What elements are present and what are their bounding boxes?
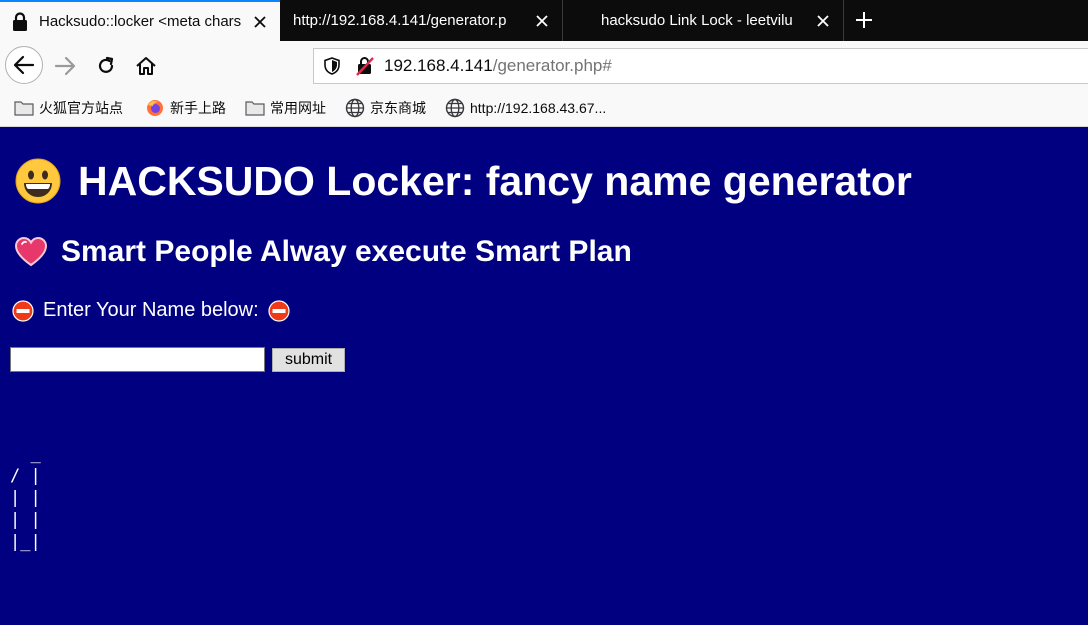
tab-title: http://192.168.4.141/generator.p xyxy=(293,12,507,29)
lock-icon xyxy=(12,12,30,32)
forward-arrow-icon xyxy=(54,56,76,76)
back-button[interactable] xyxy=(5,46,43,84)
bookmark-label: 新手上路 xyxy=(170,100,226,116)
navigation-toolbar: 192.168.4.141/generator.php# xyxy=(0,41,1088,90)
bookmark-firefox-official[interactable]: 火狐官方站点 xyxy=(14,98,123,118)
plus-icon xyxy=(856,12,872,28)
shield-icon[interactable] xyxy=(322,56,342,76)
heading-text: HACKSUDO Locker: fancy name generator xyxy=(78,157,912,204)
forward-button[interactable] xyxy=(52,53,78,79)
globe-icon xyxy=(345,98,365,118)
reload-icon xyxy=(98,56,114,73)
globe-icon xyxy=(445,98,465,118)
bookmarks-toolbar: 火狐官方站点 新手上路 常用网址 京东商城 http://192.168.43.… xyxy=(0,90,1088,127)
close-tab-icon[interactable] xyxy=(813,11,833,31)
submit-button[interactable]: submit xyxy=(272,348,345,372)
tab-title: Hacksudo::locker <meta chars xyxy=(39,13,242,30)
tab-title: hacksudo Link Lock - leetvilu xyxy=(601,12,793,29)
name-input[interactable] xyxy=(10,347,265,372)
page-heading: HACKSUDO Locker: fancy name generator xyxy=(14,157,912,205)
tab-separator xyxy=(843,0,844,41)
tab-hacksudo-locker[interactable]: Hacksudo::locker <meta chars xyxy=(0,0,280,41)
grinning-face-icon xyxy=(14,157,62,205)
home-button[interactable] xyxy=(133,53,159,79)
tab-generator[interactable]: http://192.168.4.141/generator.p xyxy=(281,0,562,41)
folder-icon xyxy=(245,98,265,118)
bookmark-label: 常用网址 xyxy=(270,100,326,116)
tab-strip: Hacksudo::locker <meta chars http://192.… xyxy=(0,0,1088,41)
close-tab-icon[interactable] xyxy=(250,12,270,32)
home-icon xyxy=(136,57,156,75)
bookmark-label: http://192.168.43.67... xyxy=(470,100,607,116)
new-tab-button[interactable] xyxy=(852,8,876,32)
page-subheading: Smart People Alway execute Smart Plan xyxy=(14,235,632,269)
bookmark-jd-mall[interactable]: 京东商城 xyxy=(345,98,426,118)
close-tab-icon[interactable] xyxy=(532,11,552,31)
url-host: 192.168.4.141 xyxy=(384,56,493,75)
no-entry-icon xyxy=(12,299,34,322)
page-content: HACKSUDO Locker: fancy name generator Sm… xyxy=(0,127,1088,625)
firefox-icon xyxy=(145,98,165,118)
reload-button[interactable] xyxy=(93,53,119,79)
bookmark-getting-started[interactable]: 新手上路 xyxy=(145,98,226,118)
bookmark-label: 京东商城 xyxy=(370,100,426,116)
url-path: /generator.php# xyxy=(492,56,612,75)
prompt-text: Enter Your Name below: xyxy=(43,299,259,321)
ascii-art: _ / | | | | | |_| xyxy=(10,444,41,552)
bookmark-label: 火狐官方站点 xyxy=(39,100,123,116)
insecure-connection-icon[interactable] xyxy=(354,55,376,77)
back-arrow-icon xyxy=(13,55,35,75)
heart-icon xyxy=(14,235,48,269)
tab-link-lock[interactable]: hacksudo Link Lock - leetvilu xyxy=(563,0,843,41)
bookmark-common-sites[interactable]: 常用网址 xyxy=(245,98,326,118)
folder-icon xyxy=(14,98,34,118)
name-prompt: Enter Your Name below: xyxy=(12,299,290,322)
no-entry-icon xyxy=(268,299,290,322)
url-bar[interactable]: 192.168.4.141/generator.php# xyxy=(313,48,1088,84)
subheading-text: Smart People Alway execute Smart Plan xyxy=(61,235,632,268)
bookmark-ip-address[interactable]: http://192.168.43.67... xyxy=(445,98,606,118)
